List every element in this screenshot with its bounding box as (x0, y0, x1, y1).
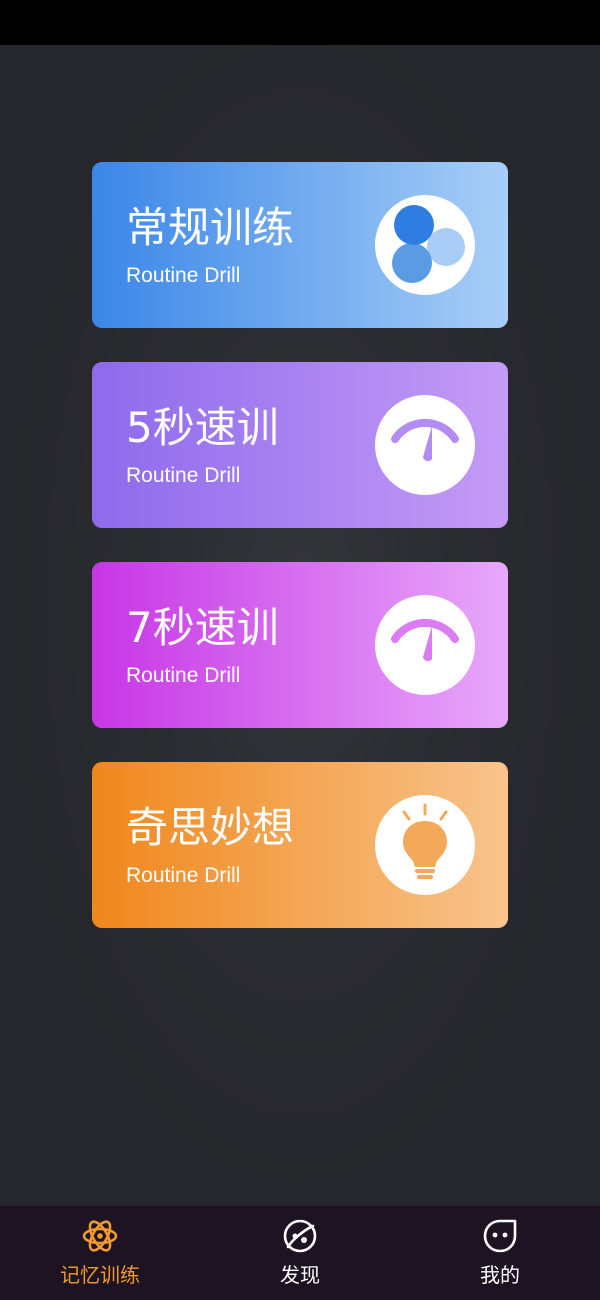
card-title: 7秒速训 (126, 603, 279, 652)
tab-mine[interactable]: 我的 (400, 1206, 600, 1300)
planet-icon (282, 1218, 318, 1254)
speedometer-icon (375, 595, 475, 695)
tab-label: 我的 (480, 1263, 520, 1287)
card-subtitle: Routine Drill (126, 464, 241, 487)
five-second-training-card[interactable]: 5秒速训 Routine Drill (92, 362, 508, 528)
tab-label: 发现 (280, 1263, 320, 1287)
speedometer-icon (375, 395, 475, 495)
tab-label: 记忆训练 (60, 1263, 140, 1287)
creative-thinking-card[interactable]: 奇思妙想 Routine Drill (92, 762, 508, 928)
status-bar (0, 0, 600, 45)
bubbles-icon (375, 195, 475, 295)
card-title: 奇思妙想 (126, 803, 295, 852)
tab-memory-training[interactable]: 记忆训练 (0, 1206, 200, 1300)
main-content: 常规训练 Routine Drill 5秒速训 Routine Drill 7秒… (0, 45, 600, 1206)
lightbulb-icon (375, 795, 475, 895)
card-title: 5秒速训 (126, 403, 279, 452)
card-subtitle: Routine Drill (126, 664, 241, 687)
face-icon (482, 1218, 518, 1254)
bottom-tab-bar: 记忆训练 发现 我的 (0, 1206, 600, 1300)
routine-training-card[interactable]: 常规训练 Routine Drill (92, 162, 508, 328)
atom-icon (82, 1218, 118, 1254)
card-subtitle: Routine Drill (126, 864, 241, 887)
card-title: 常规训练 (126, 203, 295, 252)
seven-second-training-card[interactable]: 7秒速训 Routine Drill (92, 562, 508, 728)
tab-discover[interactable]: 发现 (200, 1206, 400, 1300)
card-subtitle: Routine Drill (126, 264, 241, 287)
